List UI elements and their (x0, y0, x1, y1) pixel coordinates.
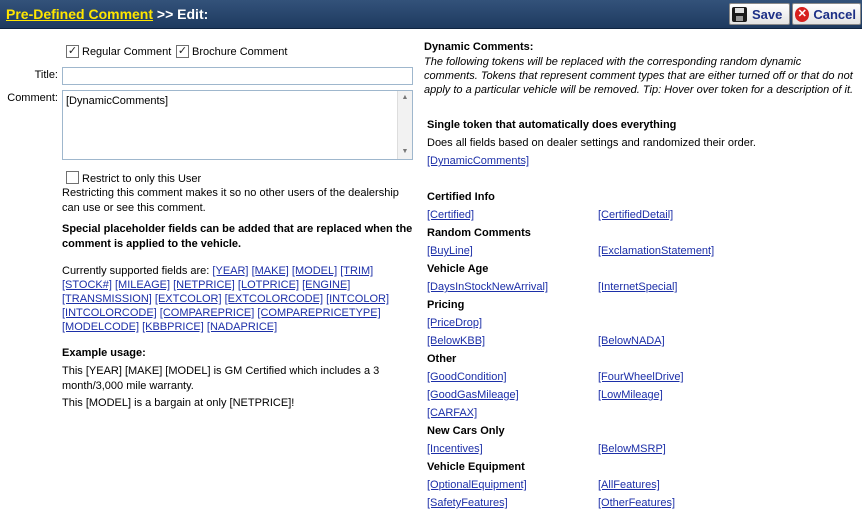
token-exclamation-statement[interactable]: [ExclamationStatement] (598, 245, 714, 257)
single-token-description: Does all fields based on dealer settings… (427, 137, 756, 149)
scroll-up-arrow-icon[interactable]: ▲ (398, 91, 412, 105)
title-label: Title: (34, 69, 58, 81)
supported-field-link[interactable]: [MODELCODE] (62, 321, 139, 333)
random-comments-heading: Random Comments (427, 227, 531, 239)
token-safety-features[interactable]: [SafetyFeatures] (427, 497, 508, 509)
restrict-user-checkbox[interactable] (66, 171, 79, 184)
example-usage-2: This [MODEL] is a bargain at only [NETPR… (62, 397, 295, 409)
certified-info-heading: Certified Info (427, 191, 495, 203)
restrict-user-label: Restrict to only this User (82, 173, 202, 185)
pricing-heading: Pricing (427, 299, 465, 311)
token-below-msrp[interactable]: [BelowMSRP] (598, 443, 666, 455)
regular-comment-label: Regular Comment (82, 46, 172, 58)
token-carfax[interactable]: [CARFAX] (427, 407, 477, 419)
supported-field-link[interactable]: [MODEL] (292, 265, 337, 277)
top-bar: Pre-Defined Comment >> Edit: Save ✕ Canc… (0, 0, 862, 29)
supported-field-link[interactable]: [TRANSMISSION] (62, 293, 152, 305)
other-heading: Other (427, 353, 457, 365)
cancel-button[interactable]: ✕ Cancel (792, 3, 861, 25)
token-below-nada[interactable]: [BelowNADA] (598, 335, 665, 347)
breadcrumb-edit: >> Edit: (156, 6, 209, 22)
supported-field-link[interactable]: [COMPAREPRICE] (160, 307, 255, 319)
supported-field-link[interactable]: [YEAR] (212, 265, 248, 277)
example-heading: Example usage: (62, 347, 146, 359)
token-good-gas-mileage[interactable]: [GoodGasMileage] (427, 389, 519, 401)
token-all-features[interactable]: [AllFeatures] (598, 479, 660, 491)
supported-field-link[interactable]: [INTCOLOR] (326, 293, 389, 305)
supported-field-link[interactable]: [EXTCOLORCODE] (225, 293, 323, 305)
dynamic-comments-description: The following tokens will be replaced wi… (424, 56, 854, 96)
breadcrumb-predefined-comment[interactable]: Pre-Defined Comment (6, 6, 153, 22)
supported-field-link[interactable]: [INTCOLORCODE] (62, 307, 157, 319)
token-below-kbb[interactable]: [BelowKBB] (427, 335, 485, 347)
token-good-condition[interactable]: [GoodCondition] (427, 371, 507, 383)
example-usage-1: This [YEAR] [MAKE] [MODEL] is GM Certifi… (62, 365, 380, 392)
supported-field-link[interactable]: [STOCK#] (62, 279, 112, 291)
page-title: Pre-Defined Comment >> Edit: (6, 6, 208, 22)
supported-field-link[interactable]: [LOTPRICE] (238, 279, 299, 291)
scroll-down-arrow-icon[interactable]: ▼ (398, 145, 412, 159)
dynamic-comments-heading: Dynamic Comments: (424, 41, 534, 53)
brochure-comment-checkbox[interactable]: ✓ (176, 45, 189, 58)
supported-field-link[interactable]: [MAKE] (252, 265, 289, 277)
token-internet-special[interactable]: [InternetSpecial] (598, 281, 678, 293)
floppy-disk-icon (732, 6, 747, 22)
comment-label: Comment: (7, 92, 58, 104)
supported-field-link[interactable]: [EXTCOLOR] (155, 293, 222, 305)
supported-field-link[interactable]: [ENGINE] (302, 279, 350, 291)
token-certified[interactable]: [Certified] (427, 209, 474, 221)
vehicle-age-heading: Vehicle Age (427, 263, 489, 275)
supported-field-link[interactable]: [NADAPRICE] (207, 321, 277, 333)
regular-comment-checkbox[interactable]: ✓ (66, 45, 79, 58)
token-other-features[interactable]: [OtherFeatures] (598, 497, 675, 509)
token-buy-line[interactable]: [BuyLine] (427, 245, 473, 257)
save-button-label: Save (752, 6, 783, 22)
supported-field-link[interactable]: [KBBPRICE] (142, 321, 204, 333)
supported-field-link[interactable]: [MILEAGE] (115, 279, 170, 291)
cancel-x-icon: ✕ (795, 6, 810, 22)
brochure-comment-label: Brochure Comment (192, 46, 288, 58)
supported-fields-prefix: Currently supported fields are: (62, 265, 210, 277)
comment-textarea[interactable]: [DynamicComments] ▲ ▼ (62, 90, 413, 160)
token-incentives[interactable]: [Incentives] (427, 443, 483, 455)
new-cars-only-heading: New Cars Only (427, 425, 505, 437)
save-button[interactable]: Save (729, 3, 790, 25)
cancel-button-label: Cancel (813, 6, 856, 22)
token-low-mileage[interactable]: [LowMileage] (598, 389, 663, 401)
vehicle-equipment-heading: Vehicle Equipment (427, 461, 525, 473)
supported-field-link[interactable]: [NETPRICE] (173, 279, 235, 291)
restrict-note: Restricting this comment makes it so no … (62, 187, 399, 214)
token-dynamic-comments[interactable]: [DynamicComments] (427, 155, 529, 167)
placeholder-heading: Special placeholder fields can be added … (62, 223, 413, 250)
supported-field-link[interactable]: [COMPAREPRICETYPE] (257, 307, 380, 319)
comment-value: [DynamicComments] (66, 95, 169, 107)
supported-field-link[interactable]: [TRIM] (340, 265, 373, 277)
token-optional-equipment[interactable]: [OptionalEquipment] (427, 479, 527, 491)
token-price-drop[interactable]: [PriceDrop] (427, 317, 482, 329)
token-certified-detail[interactable]: [CertifiedDetail] (598, 209, 673, 221)
token-four-wheel-drive[interactable]: [FourWheelDrive] (598, 371, 684, 383)
token-days-in-stock-new-arrival[interactable]: [DaysInStockNewArrival] (427, 281, 548, 293)
single-token-heading: Single token that automatically does eve… (427, 119, 677, 131)
title-input[interactable] (62, 67, 413, 85)
comment-scrollbar[interactable]: ▲ ▼ (397, 91, 412, 159)
supported-fields: Currently supported fields are: [YEAR] [… (62, 264, 414, 334)
